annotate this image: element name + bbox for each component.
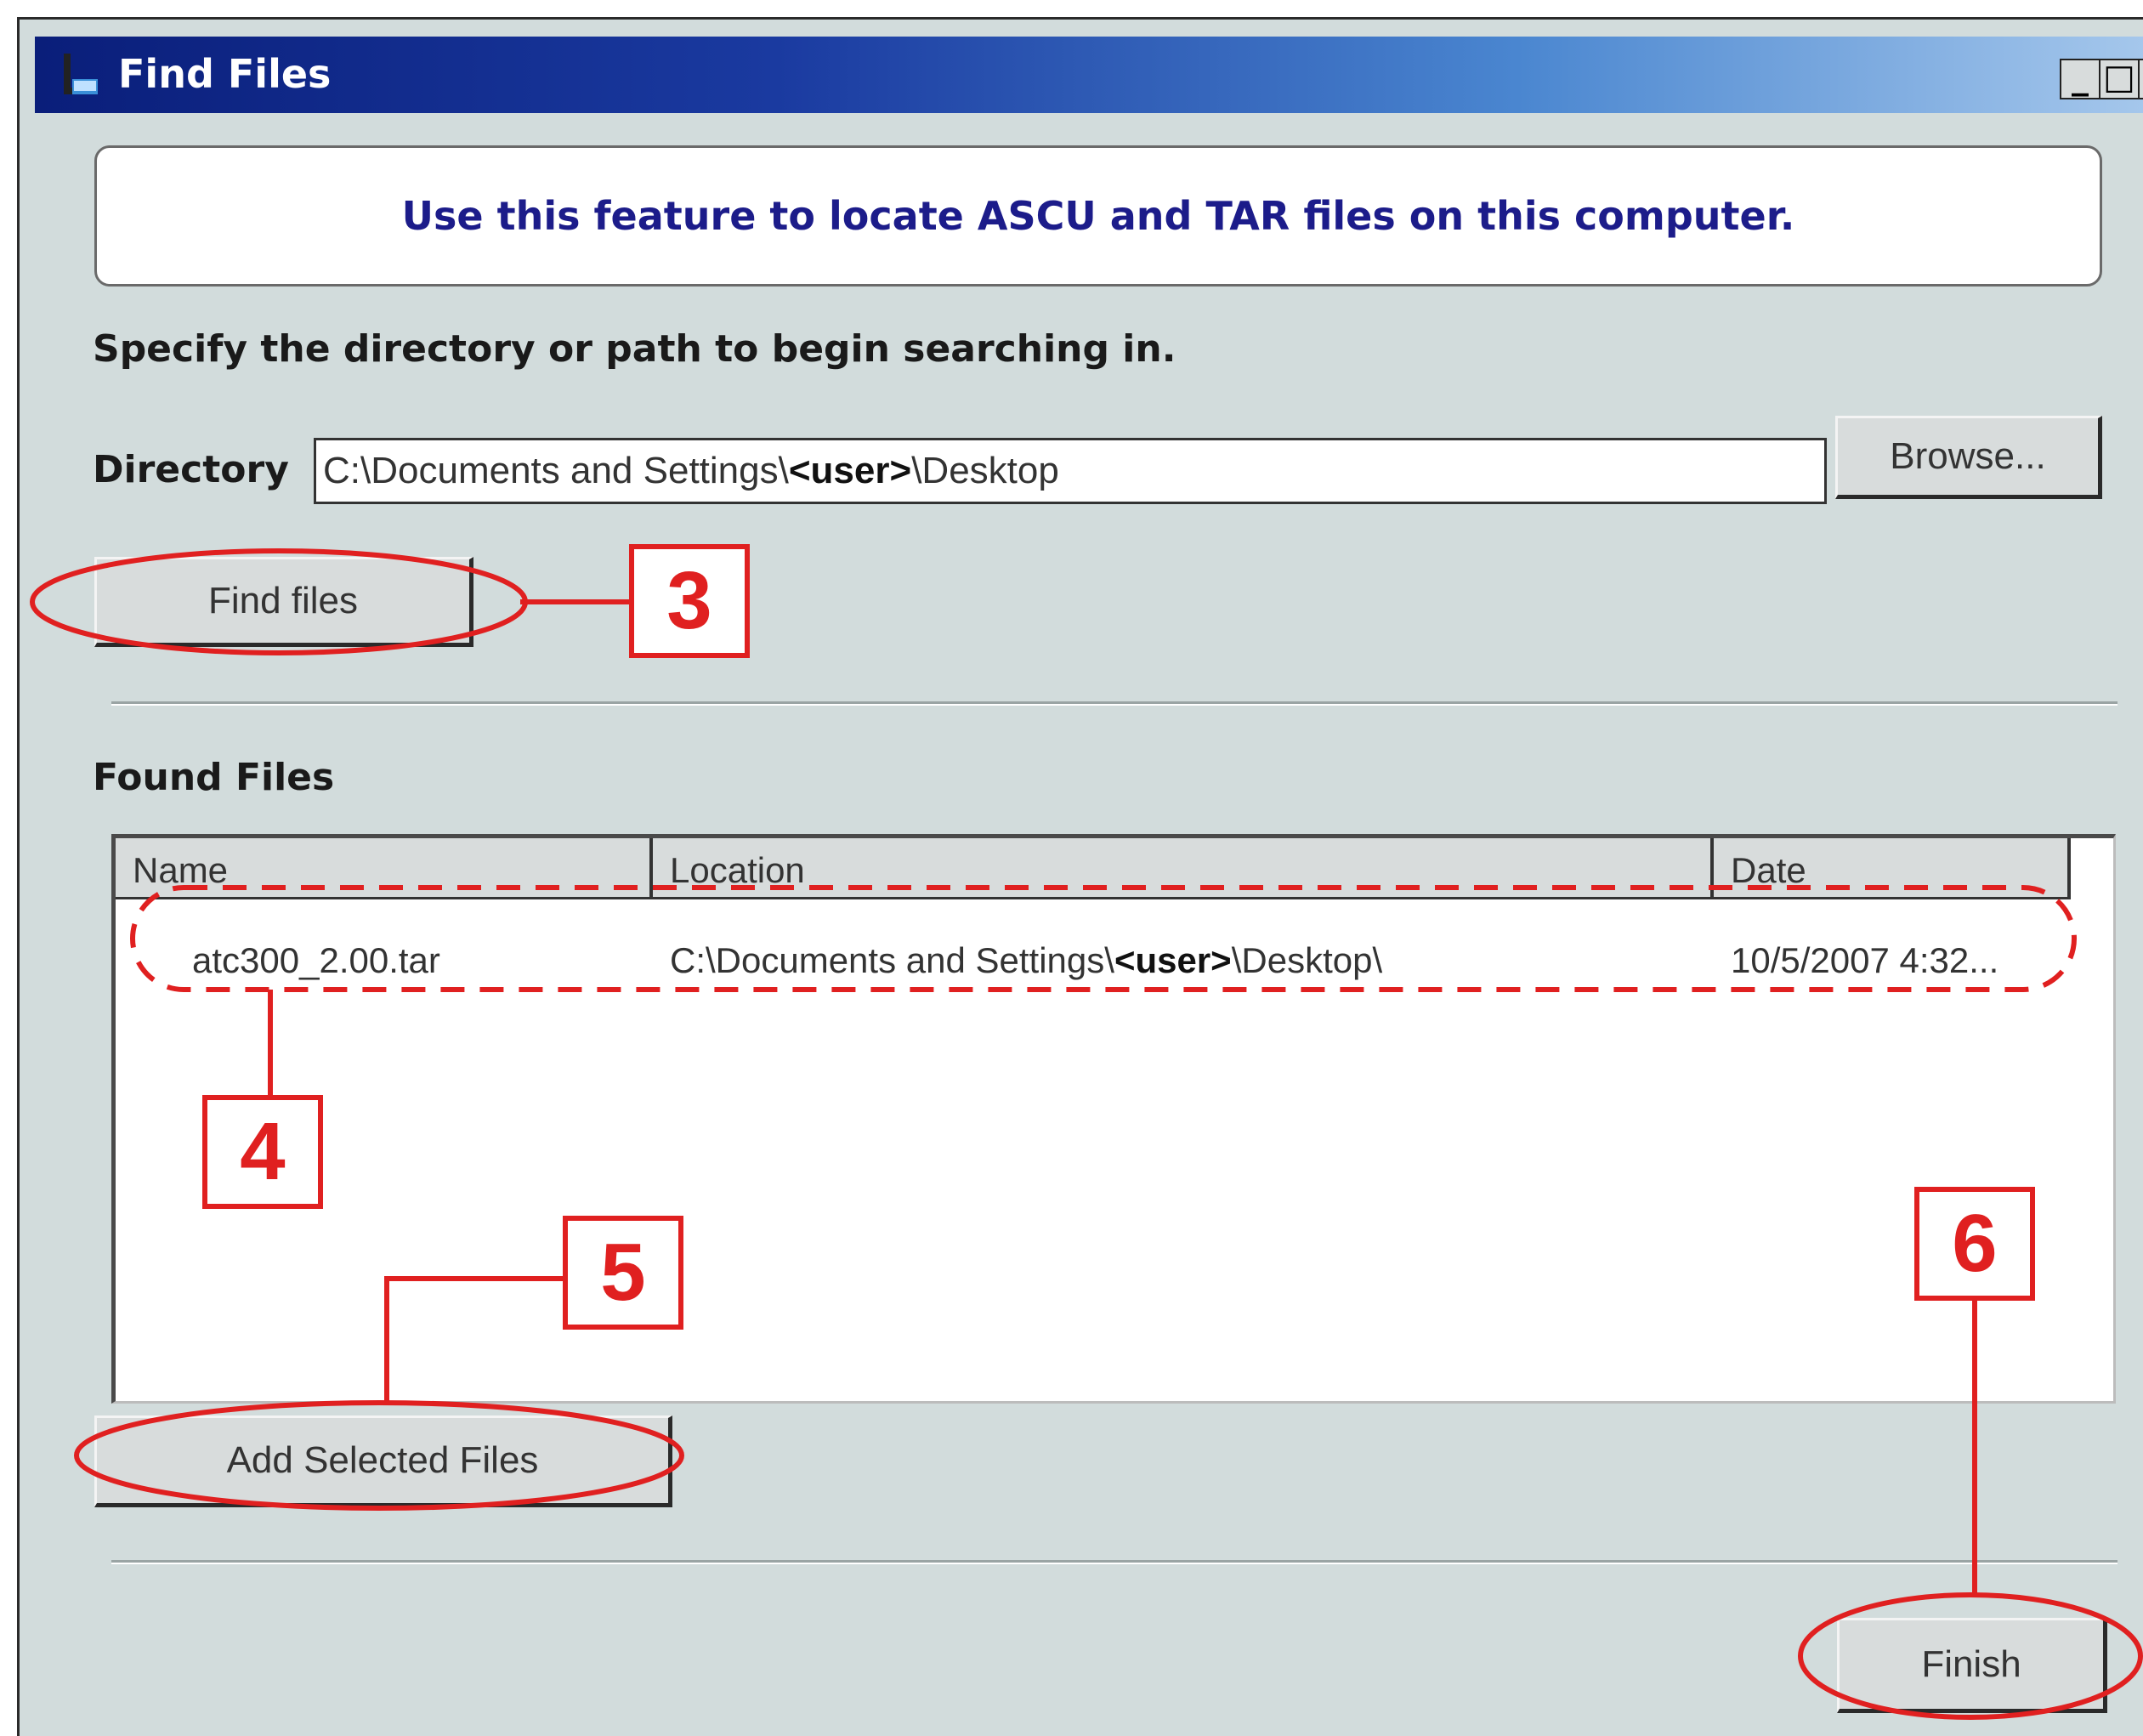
callout-3: 3 bbox=[629, 544, 750, 658]
callout-5: 5 bbox=[563, 1216, 683, 1330]
finish-highlight bbox=[1798, 1592, 2143, 1720]
callout-6: 6 bbox=[1914, 1187, 2035, 1301]
callout-4: 4 bbox=[202, 1095, 323, 1209]
find-files-highlight bbox=[30, 548, 528, 655]
callout-5-connector bbox=[384, 1276, 563, 1401]
found-file-highlight bbox=[130, 885, 2077, 992]
annotation-overlay bbox=[30, 548, 2143, 1720]
add-selected-highlight bbox=[74, 1400, 684, 1511]
